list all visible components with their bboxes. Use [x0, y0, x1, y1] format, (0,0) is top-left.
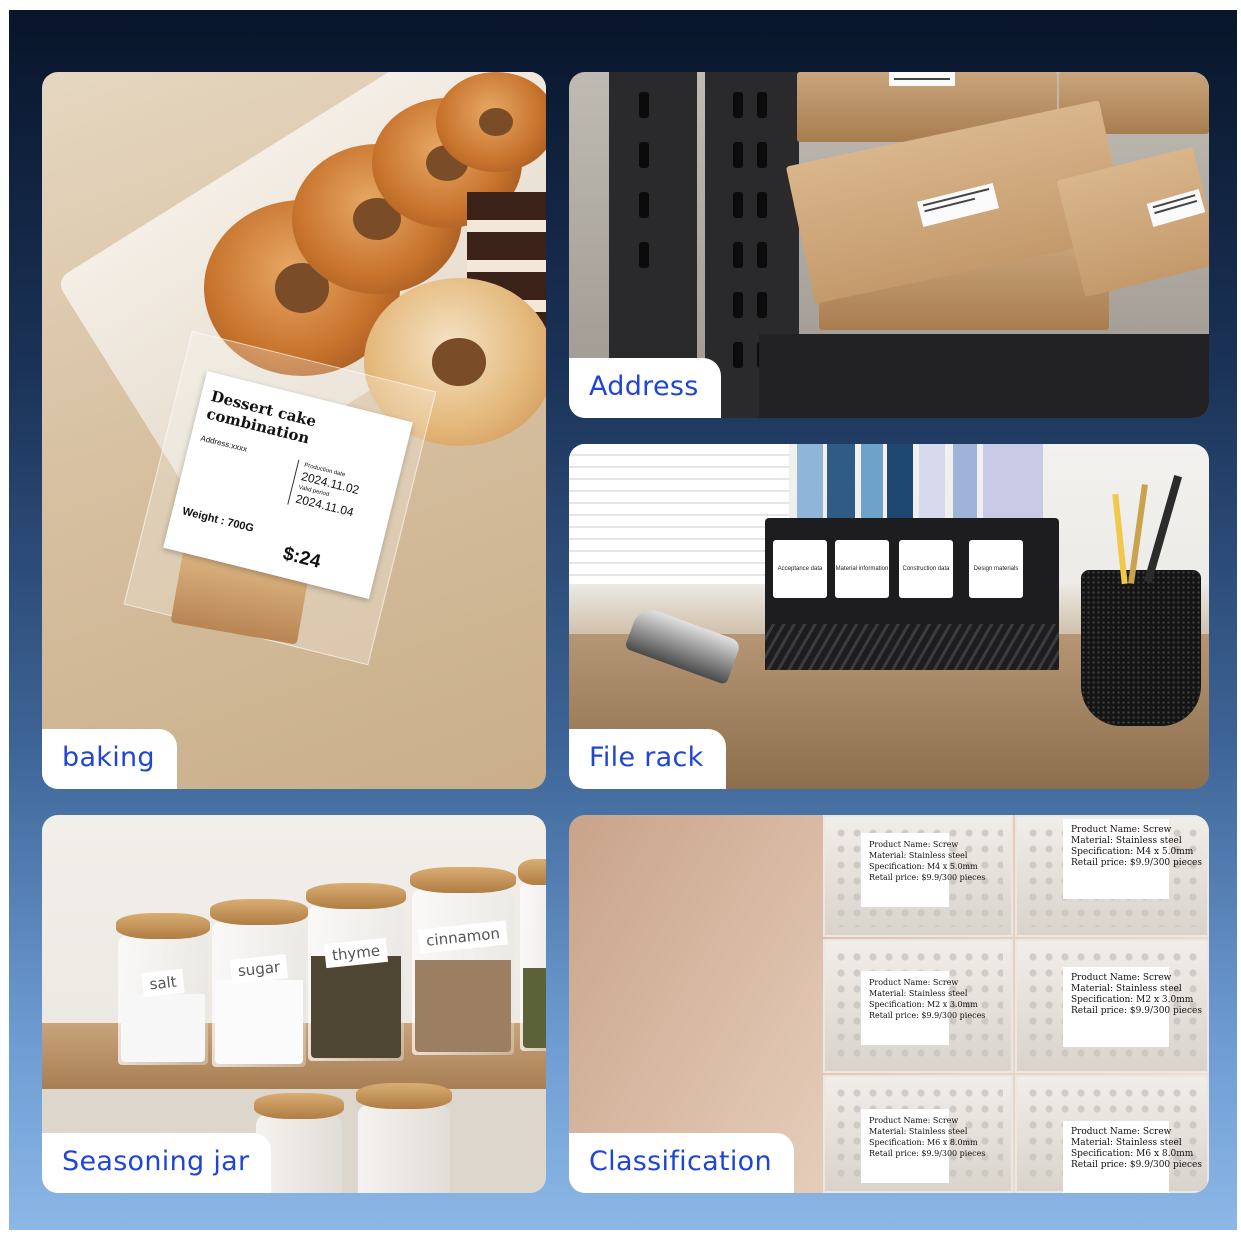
tile-label-baking: baking	[42, 729, 177, 789]
product-label: Product Name: Screw Material: Stainless …	[861, 833, 985, 907]
file-label: Construction data	[899, 540, 953, 598]
card-weight: Weight : 700G	[181, 505, 255, 535]
tile-address: Address	[569, 72, 1209, 418]
jar-label: cinnamon	[418, 920, 508, 954]
tile-label-classification: Classification	[569, 1133, 794, 1193]
card-dates: Production date 2024.11.02 Valid period …	[287, 459, 363, 521]
product-label: Product Name: Screw Material: Stainless …	[1063, 819, 1202, 899]
scissors	[1143, 475, 1183, 583]
spice-jar: sugar	[210, 899, 308, 1067]
spice-jar: cinnamon	[410, 867, 516, 1055]
tile-file-rack: Acceptance data Material information Con…	[569, 444, 1209, 789]
tile-seasoning-jar: salt sugar thyme cinnamon Seasoning jar	[42, 815, 546, 1193]
file-label: Material information	[835, 540, 889, 598]
card-price: $:24	[280, 543, 323, 573]
address-sticker	[889, 72, 955, 86]
spice-jar: thyme	[306, 883, 406, 1061]
baking-photo: Dessert cake combination Address:xxxx Pr…	[42, 72, 546, 789]
spice-jar	[518, 859, 546, 1051]
product-label: Product Name: Screw Material: Stainless …	[1063, 967, 1202, 1047]
tile-label-address: Address	[569, 358, 721, 418]
tile-classification: Product Name: Screw Material: Stainless …	[569, 815, 1209, 1193]
file-label: Design materials	[969, 540, 1023, 598]
product-label: Product Name: Screw Material: Stainless …	[1063, 1121, 1202, 1193]
product-label: Product Name: Screw Material: Stainless …	[861, 1109, 985, 1183]
tile-label-file-rack: File rack	[569, 729, 726, 789]
spice-jar: salt	[116, 913, 210, 1065]
jar-label: salt	[141, 968, 185, 998]
file-label: Acceptance data	[773, 540, 827, 598]
window-blind	[569, 444, 789, 584]
shelf-board	[759, 334, 1209, 418]
pencil	[1128, 484, 1148, 584]
storage-jar	[356, 1083, 452, 1193]
tile-baking: Dessert cake combination Address:xxxx Pr…	[42, 72, 546, 789]
donut	[436, 72, 546, 172]
file-organizer: Acceptance data Material information Con…	[765, 518, 1059, 670]
tile-label-seasoning-jar: Seasoning jar	[42, 1133, 272, 1193]
pencil-cup	[1081, 570, 1201, 726]
product-label: Product Name: Screw Material: Stainless …	[861, 971, 985, 1045]
